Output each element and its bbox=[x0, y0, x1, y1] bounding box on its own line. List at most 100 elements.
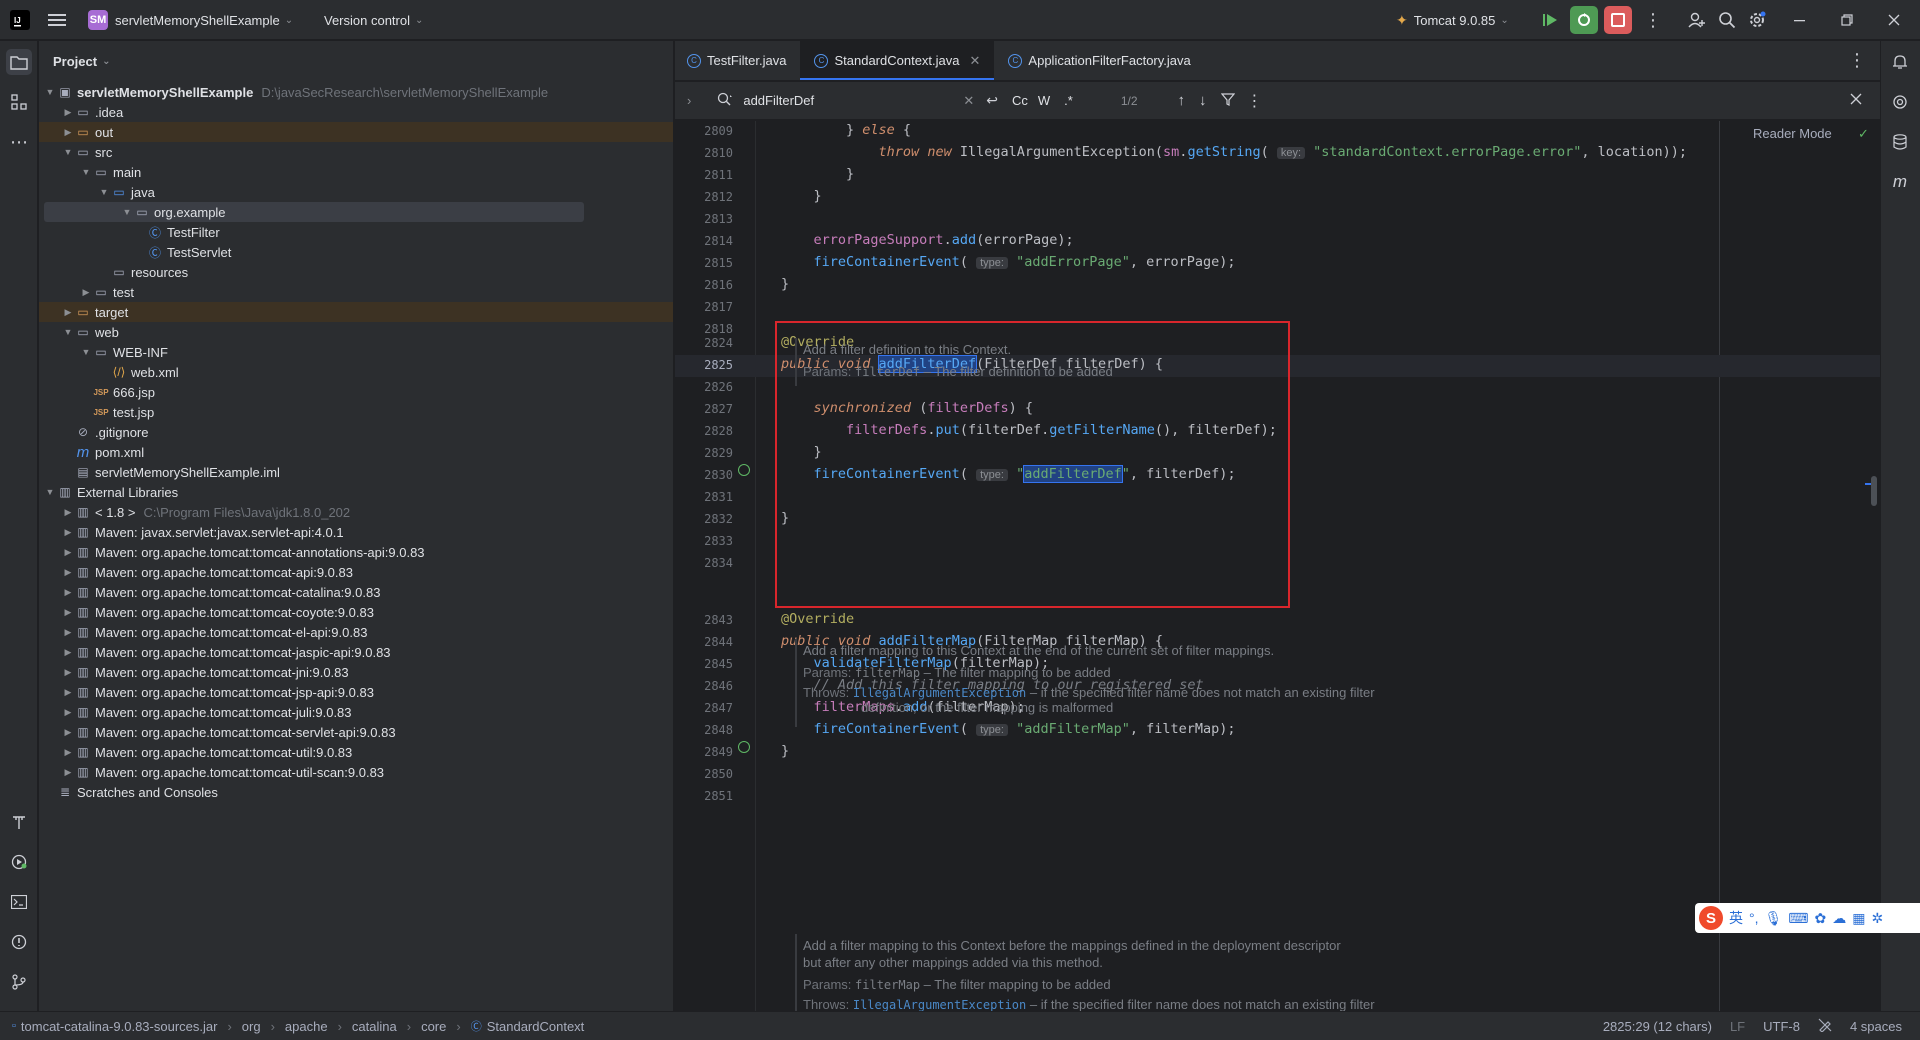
notifications-bell-icon[interactable] bbox=[1887, 49, 1913, 75]
skin-icon[interactable]: ✿ bbox=[1815, 910, 1827, 927]
close-find-icon[interactable] bbox=[1850, 93, 1862, 108]
breadcrumb-item[interactable]: tomcat-catalina-9.0.83-sources.jar bbox=[21, 1019, 218, 1034]
next-occurrence-icon[interactable]: ↓ bbox=[1199, 92, 1207, 109]
overrides-method-icon[interactable] bbox=[738, 741, 750, 753]
project-panel-header[interactable]: Project ⌄ bbox=[39, 41, 673, 81]
tree-item[interactable]: ▶ ▥ Maven: org.apache.tomcat:tomcat-jsp-ap… bbox=[39, 682, 673, 702]
find-options-icon[interactable]: ⋮ bbox=[1247, 91, 1263, 111]
toolbox-grid-icon[interactable]: ▦ bbox=[1852, 910, 1865, 927]
find-input[interactable]: addFilterDef bbox=[743, 93, 963, 108]
tree-item[interactable]: Ⓒ TestServlet bbox=[39, 242, 673, 262]
tree-item[interactable]: ▼ ▥ External Libraries bbox=[39, 482, 673, 502]
chevron-down-icon[interactable]: ▼ bbox=[120, 207, 134, 217]
match-case-toggle[interactable]: Cc bbox=[1012, 93, 1028, 108]
inspection-ok-icon[interactable]: ✓ bbox=[1858, 126, 1869, 142]
breadcrumb-item[interactable]: org bbox=[242, 1019, 261, 1034]
breadcrumb-item[interactable]: StandardContext bbox=[487, 1019, 585, 1034]
tree-item[interactable]: ⊘ .gitignore bbox=[39, 422, 673, 442]
chevron-right-icon[interactable]: ▶ bbox=[61, 627, 75, 638]
run-config-selector[interactable]: ✦ Tomcat 9.0.85 ⌄ bbox=[1396, 0, 1509, 40]
close-icon[interactable] bbox=[1888, 0, 1900, 40]
tree-item[interactable]: ▶ ▥ Maven: org.apache.tomcat:tomcat-annota… bbox=[39, 542, 673, 562]
chevron-right-icon[interactable]: ▶ bbox=[61, 607, 75, 618]
maven-icon[interactable]: m bbox=[1887, 169, 1913, 195]
settings-icon[interactable]: ✲ bbox=[1871, 910, 1883, 927]
tree-item[interactable]: ▼ ▭ src bbox=[39, 142, 673, 162]
tree-item[interactable]: ▼ ▭ org.example bbox=[44, 202, 584, 222]
cloud-icon[interactable]: ☁ bbox=[1832, 910, 1846, 927]
chevron-right-icon[interactable]: ▶ bbox=[61, 747, 75, 758]
chevron-right-icon[interactable]: ▶ bbox=[61, 687, 75, 698]
reader-mode-label[interactable]: Reader Mode bbox=[1753, 126, 1832, 141]
ime-language-toggle[interactable]: 英 bbox=[1729, 908, 1743, 928]
filter-icon[interactable] bbox=[1220, 92, 1235, 109]
tree-item[interactable]: Ⓒ TestFilter bbox=[39, 222, 673, 242]
doc-throws-link[interactable]: IllegalArgumentException bbox=[853, 686, 1026, 700]
doc-throws-link[interactable]: IllegalArgumentException bbox=[853, 998, 1026, 1011]
tree-item[interactable]: ▶ ▥ Maven: org.apache.tomcat:tomcat-el-api… bbox=[39, 622, 673, 642]
services-icon[interactable] bbox=[6, 849, 32, 875]
tree-item[interactable]: ▶ ▥ Maven: org.apache.tomcat:tomcat-coyote… bbox=[39, 602, 673, 622]
tab-standardcontext[interactable]: C StandardContext.java ✕ bbox=[800, 41, 995, 80]
chevron-right-icon[interactable]: ▶ bbox=[61, 567, 75, 578]
tree-item[interactable]: ▶ ▥ Maven: org.apache.tomcat:tomcat-jaspic… bbox=[39, 642, 673, 662]
tab-testfilter[interactable]: C TestFilter.java bbox=[675, 41, 800, 80]
tree-item[interactable]: ▼ ▭ java bbox=[39, 182, 673, 202]
tree-item[interactable]: ▼ ▣ servletMemoryShellExample D:\javaSecRes… bbox=[39, 82, 673, 102]
tab-applicationfilterfactory[interactable]: C ApplicationFilterFactory.java bbox=[994, 41, 1204, 80]
overrides-method-icon[interactable] bbox=[738, 464, 750, 476]
tree-item[interactable]: ▶ ▥ Maven: org.apache.tomcat:tomcat-juli:9… bbox=[39, 702, 673, 722]
tree-item[interactable]: ≣ Scratches and Consoles bbox=[39, 782, 673, 802]
tree-item[interactable]: ⟨/⟩ web.xml bbox=[39, 362, 673, 382]
search-history-icon[interactable] bbox=[717, 92, 733, 109]
keyboard-icon[interactable]: ⌨ bbox=[1788, 910, 1808, 927]
chevron-right-icon[interactable]: ▶ bbox=[61, 767, 75, 778]
tab-options-icon[interactable]: ⋮ bbox=[1848, 41, 1880, 80]
tree-item[interactable]: ▼ ▭ main bbox=[39, 162, 673, 182]
tree-item[interactable]: ▤ servletMemoryShellExample.iml bbox=[39, 462, 673, 482]
tree-item[interactable]: ▶ ▥ Maven: javax.servlet:javax.servlet-api… bbox=[39, 522, 673, 542]
app-logo[interactable]: IJ bbox=[10, 0, 30, 40]
indent-setting[interactable]: 4 spaces bbox=[1850, 1019, 1902, 1034]
chevron-right-icon[interactable]: ▶ bbox=[61, 727, 75, 738]
breadcrumb-item[interactable]: apache bbox=[285, 1019, 328, 1034]
minimize-icon[interactable] bbox=[1794, 0, 1806, 40]
tree-item[interactable]: ▶ ▭ target bbox=[39, 302, 673, 322]
clear-search-icon[interactable]: ✕ bbox=[963, 93, 974, 109]
chevron-right-icon[interactable]: ▶ bbox=[79, 287, 93, 298]
chevron-right-icon[interactable]: ▶ bbox=[61, 527, 75, 538]
punctuation-icon[interactable]: °, bbox=[1749, 910, 1759, 926]
chevron-down-icon[interactable]: ▼ bbox=[79, 347, 93, 357]
regex-toggle[interactable]: .* bbox=[1064, 93, 1073, 108]
chevron-right-icon[interactable]: ▶ bbox=[61, 707, 75, 718]
breadcrumb-item[interactable]: catalina bbox=[352, 1019, 397, 1034]
readonly-icon[interactable] bbox=[1818, 1018, 1832, 1035]
chevron-right-icon[interactable]: ▶ bbox=[61, 127, 75, 138]
tree-item[interactable]: ▶ ▭ out bbox=[39, 122, 673, 142]
stop-button[interactable] bbox=[1604, 0, 1632, 40]
project-selector[interactable]: SM servletMemoryShellExample ⌄ bbox=[88, 0, 293, 40]
ai-assistant-icon[interactable] bbox=[1887, 89, 1913, 115]
previous-occurrence-icon[interactable]: ↑ bbox=[1178, 92, 1186, 109]
project-folder-icon[interactable] bbox=[6, 49, 32, 75]
database-icon[interactable] bbox=[1887, 129, 1913, 155]
search-icon[interactable] bbox=[1718, 0, 1736, 40]
tree-item[interactable]: ▶ ▥ Maven: org.apache.tomcat:tomcat-servle… bbox=[39, 722, 673, 742]
tree-item[interactable]: m pom.xml bbox=[39, 442, 673, 462]
tree-item[interactable]: JSP test.jsp bbox=[39, 402, 673, 422]
tree-item[interactable]: ▼ ▭ WEB-INF bbox=[39, 342, 673, 362]
microphone-icon[interactable]: 🎙 bbox=[1765, 910, 1783, 927]
tree-item[interactable]: ▶ ▭ test bbox=[39, 282, 673, 302]
tree-item[interactable]: ▭ resources bbox=[39, 262, 673, 282]
scrollbar-thumb[interactable] bbox=[1871, 476, 1877, 506]
tree-item[interactable]: ▶ ▥ Maven: org.apache.tomcat:tomcat-util-s… bbox=[39, 762, 673, 782]
tree-item[interactable]: ▶ ▥ Maven: org.apache.tomcat:tomcat-api:9.… bbox=[39, 562, 673, 582]
chevron-right-icon[interactable]: ▶ bbox=[61, 587, 75, 598]
rerun-button[interactable] bbox=[1536, 0, 1564, 40]
words-toggle[interactable]: W bbox=[1038, 93, 1050, 108]
add-user-icon[interactable] bbox=[1688, 0, 1706, 40]
chevron-down-icon[interactable]: ▼ bbox=[97, 187, 111, 197]
tree-item[interactable]: ▶ ▭ .idea bbox=[39, 102, 673, 122]
tree-item[interactable]: ▶ ▥ Maven: org.apache.tomcat:tomcat-catali… bbox=[39, 582, 673, 602]
settings-gear-icon[interactable] bbox=[1748, 0, 1766, 40]
